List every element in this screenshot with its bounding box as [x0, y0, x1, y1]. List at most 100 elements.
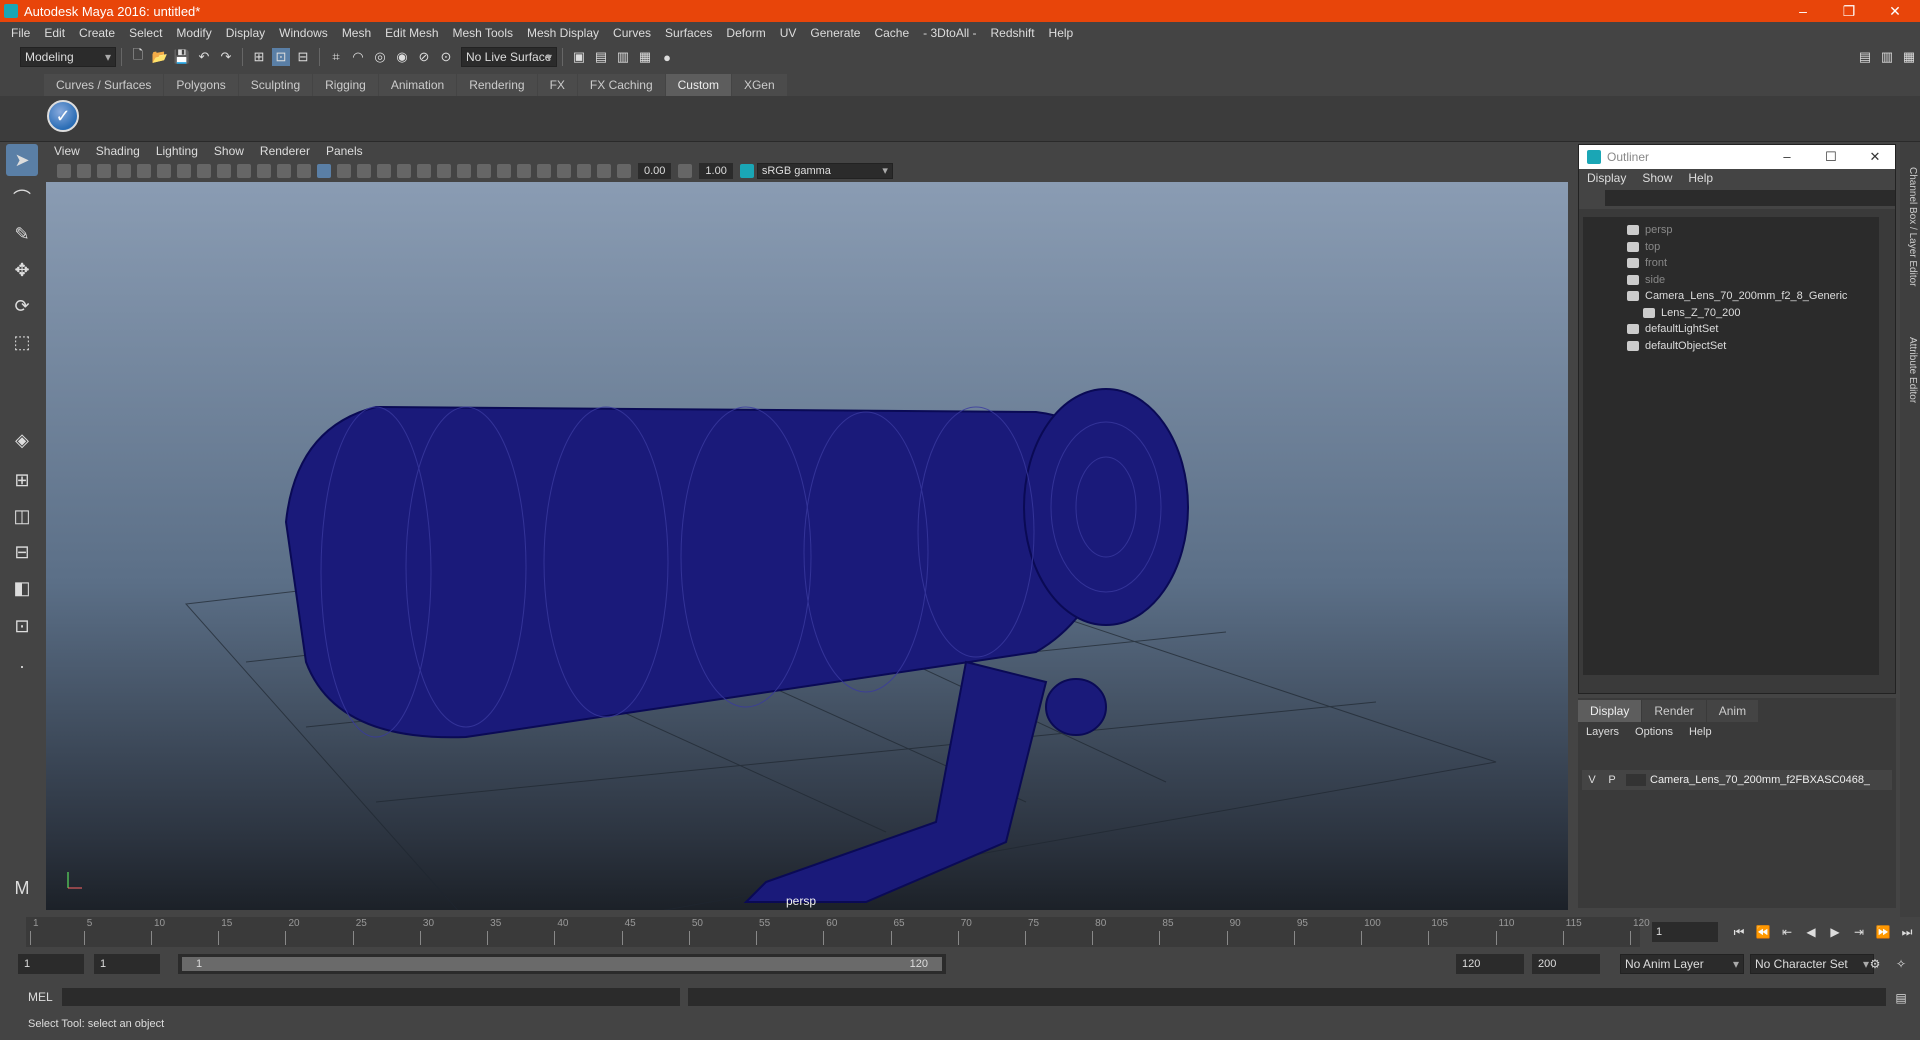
play-forward-icon[interactable]: ▶: [1826, 922, 1844, 942]
snap-curve-icon[interactable]: ◠: [349, 48, 367, 66]
scale-tool-icon[interactable]: ⬚: [6, 326, 38, 358]
shelf-tab-fx[interactable]: FX: [537, 74, 577, 96]
open-scene-icon[interactable]: 📂: [151, 48, 169, 66]
outliner-item[interactable]: defaultObjectSet: [1627, 337, 1726, 355]
hypershade-icon[interactable]: ●: [658, 48, 676, 66]
2d-pan-zoom-icon[interactable]: [137, 164, 151, 178]
move-tool-icon[interactable]: ✥: [6, 254, 38, 286]
layer-name[interactable]: Camera_Lens_70_200mm_f2FBXASC0468_Ge: [1650, 774, 1870, 786]
channel-box-icon[interactable]: ▥: [1878, 48, 1896, 66]
viewport-menu-lighting[interactable]: Lighting: [148, 144, 206, 158]
default-material-icon[interactable]: [357, 164, 371, 178]
step-back-icon[interactable]: ⏪: [1754, 922, 1772, 942]
render-frame-icon[interactable]: ▤: [592, 48, 610, 66]
viewport-menu-shading[interactable]: Shading: [88, 144, 148, 158]
restore-icon[interactable]: ❐: [1826, 0, 1872, 22]
select-component-icon[interactable]: ⊟: [294, 48, 312, 66]
snap-grid-icon[interactable]: ⌗: [327, 48, 345, 66]
camera-attributes-icon[interactable]: [77, 164, 91, 178]
workspace-icon[interactable]: ▤: [1856, 48, 1874, 66]
viewport-menu-view[interactable]: View: [46, 144, 88, 158]
shelf-tab-rendering[interactable]: Rendering: [457, 74, 537, 96]
start-time-field[interactable]: 1: [18, 954, 84, 974]
xray-active-icon[interactable]: [577, 164, 591, 178]
depth-of-field-icon[interactable]: [517, 164, 531, 178]
anim-end-field[interactable]: 120: [1456, 954, 1524, 974]
live-surface-field[interactable]: No Live Surface: [461, 47, 557, 67]
menu-select[interactable]: Select: [122, 26, 169, 40]
range-bar[interactable]: [182, 957, 942, 971]
layer-tab-render[interactable]: Render: [1642, 700, 1706, 722]
color-management-icon[interactable]: [739, 164, 754, 178]
layer-tab-display[interactable]: Display: [1578, 700, 1642, 722]
render-view-icon[interactable]: ▣: [570, 48, 588, 66]
menu-surfaces[interactable]: Surfaces: [658, 26, 719, 40]
mode-selector[interactable]: Modeling: [20, 47, 116, 67]
outliner-item[interactable]: Camera_Lens_70_200mm_f2_8_Generic: [1627, 287, 1847, 305]
smooth-shade-icon[interactable]: [337, 164, 351, 178]
persp-outliner-layout-icon[interactable]: ⊟: [6, 536, 38, 568]
viewport-menu-show[interactable]: Show: [206, 144, 252, 158]
mel-label[interactable]: MEL: [28, 988, 53, 1006]
outliner-menu-display[interactable]: Display: [1579, 171, 1634, 185]
colorspace-selector[interactable]: sRGB gamma: [756, 163, 893, 179]
side-tab-channel-box[interactable]: Channel Box / Layer Editor: [1902, 152, 1918, 302]
wireframe-on-shaded-icon[interactable]: [377, 164, 391, 178]
wireframe-icon[interactable]: [317, 164, 331, 178]
menu-mesh-display[interactable]: Mesh Display: [520, 26, 606, 40]
close-icon[interactable]: ✕: [1872, 0, 1918, 22]
anim-prefs-icon[interactable]: ✧: [1892, 954, 1910, 974]
menu-file[interactable]: File: [4, 26, 37, 40]
camera-select-icon[interactable]: [57, 164, 71, 178]
field-chart-icon[interactable]: [257, 164, 271, 178]
use-lights-icon[interactable]: [417, 164, 431, 178]
menu-curves[interactable]: Curves: [606, 26, 658, 40]
outliner-menu-help[interactable]: Help: [1680, 171, 1721, 185]
three-view-layout-icon[interactable]: ◧: [6, 572, 38, 604]
menu-deform[interactable]: Deform: [719, 26, 772, 40]
outliner-search-input[interactable]: [1605, 190, 1895, 206]
rotate-tool-icon[interactable]: ⟳: [6, 290, 38, 322]
layer-color-swatch[interactable]: [1626, 774, 1646, 786]
paint-select-icon[interactable]: ✎: [6, 218, 38, 250]
outliner-item[interactable]: Lens_Z_70_200: [1643, 304, 1741, 322]
layer-playback-toggle[interactable]: P: [1602, 774, 1622, 786]
xray-joints-icon[interactable]: [597, 164, 611, 178]
new-scene-icon[interactable]: 🗋: [129, 47, 147, 66]
gamma-icon[interactable]: [678, 164, 693, 178]
layer-menu-options[interactable]: Options: [1627, 726, 1681, 738]
layer-menu-layers[interactable]: Layers: [1578, 726, 1627, 738]
exposure-icon[interactable]: [617, 164, 631, 178]
menu-cache[interactable]: Cache: [867, 26, 916, 40]
shelf-tab-custom[interactable]: Custom: [665, 74, 731, 96]
save-scene-icon[interactable]: 💾: [173, 48, 191, 66]
bookmark-icon[interactable]: [97, 164, 111, 178]
shelf-tab-polygons[interactable]: Polygons: [164, 74, 238, 96]
menu-mesh[interactable]: Mesh: [335, 26, 378, 40]
image-plane-icon[interactable]: [117, 164, 131, 178]
anim-layer-selector[interactable]: No Anim Layer: [1620, 954, 1744, 974]
shelf-tab-animation[interactable]: Animation: [378, 74, 457, 96]
gamma-field[interactable]: 1.00: [699, 163, 733, 179]
snap-view-icon[interactable]: ◉: [393, 48, 411, 66]
shelf-button-check-icon[interactable]: ✓: [47, 100, 79, 132]
time-ruler[interactable]: 1 5 10 15 20 25 30 35 40 45 50 55 60 65 70 75 80 85 90 95 10…: [26, 917, 1650, 947]
outliner-item[interactable]: persp: [1627, 221, 1673, 239]
current-frame-field[interactable]: 1: [1652, 922, 1718, 942]
screen-space-ao-icon[interactable]: [457, 164, 471, 178]
mel-input[interactable]: [62, 988, 680, 1006]
end-time-field[interactable]: 200: [1532, 954, 1600, 974]
xray-icon[interactable]: [557, 164, 571, 178]
show-manipulator-icon[interactable]: ◈: [6, 424, 38, 456]
live-surface-icon[interactable]: ⊙: [437, 48, 455, 66]
step-forward-key-icon[interactable]: ⇥: [1850, 922, 1868, 942]
layer-editor-icon[interactable]: ▦: [1900, 48, 1918, 66]
menu-edit[interactable]: Edit: [37, 26, 72, 40]
anim-start-field[interactable]: 1: [94, 954, 160, 974]
grid-toggle-icon[interactable]: [177, 164, 191, 178]
snap-point-icon[interactable]: ◎: [371, 48, 389, 66]
menu-mesh-tools[interactable]: Mesh Tools: [446, 26, 520, 40]
outliner-close-icon[interactable]: ✕: [1855, 145, 1895, 169]
menu-uv[interactable]: UV: [773, 26, 804, 40]
more-layouts-icon[interactable]: ·: [6, 650, 38, 682]
